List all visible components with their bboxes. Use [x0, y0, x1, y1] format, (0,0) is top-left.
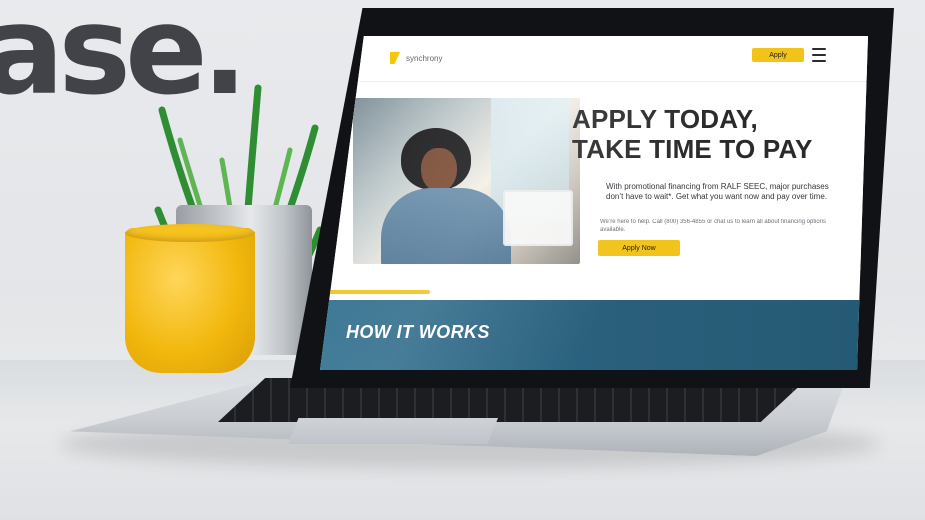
hamburger-line — [812, 54, 826, 56]
how-it-works-title: HOW IT WORKS — [346, 322, 490, 342]
hero-person-sweater — [381, 188, 511, 264]
how-it-works-banner: HOW IT WORKS — [320, 300, 868, 370]
laptop-screen: synchrony Apply APPLY TODAY, TAKE TIME T… — [320, 36, 868, 370]
laptop-trackpad — [288, 418, 498, 444]
site-header: synchrony Apply — [320, 36, 868, 82]
hero-headline-line2: TAKE TIME TO PAY — [572, 134, 813, 164]
brand-name: synchrony — [406, 53, 443, 63]
brand[interactable]: synchrony — [390, 52, 442, 64]
hero-section: APPLY TODAY, TAKE TIME TO PAY With promo… — [320, 82, 868, 270]
hamburger-line — [812, 48, 826, 50]
synchrony-logo-icon — [390, 52, 400, 64]
hero-headline: APPLY TODAY, TAKE TIME TO PAY — [572, 104, 852, 164]
section-divider-accent — [326, 290, 430, 294]
hero-person — [381, 118, 511, 264]
hero-photo — [353, 98, 580, 264]
header-apply-button[interactable]: Apply — [752, 48, 804, 62]
mug-rim — [125, 224, 255, 242]
hero-photo-laptop — [503, 190, 573, 246]
hero-headline-line1: APPLY TODAY, — [572, 104, 758, 134]
hamburger-line — [812, 60, 826, 62]
hero-fineprint: We’re here to help. Call (800) 356-4855 … — [600, 219, 827, 233]
yellow-mug — [125, 228, 255, 373]
hero-lead-text: With promotional financing from RALF SEE… — [606, 182, 829, 201]
hero-person-face — [421, 148, 457, 192]
hamburger-menu-icon[interactable] — [812, 48, 826, 62]
hero-apply-now-button[interactable]: Apply Now — [598, 240, 680, 256]
